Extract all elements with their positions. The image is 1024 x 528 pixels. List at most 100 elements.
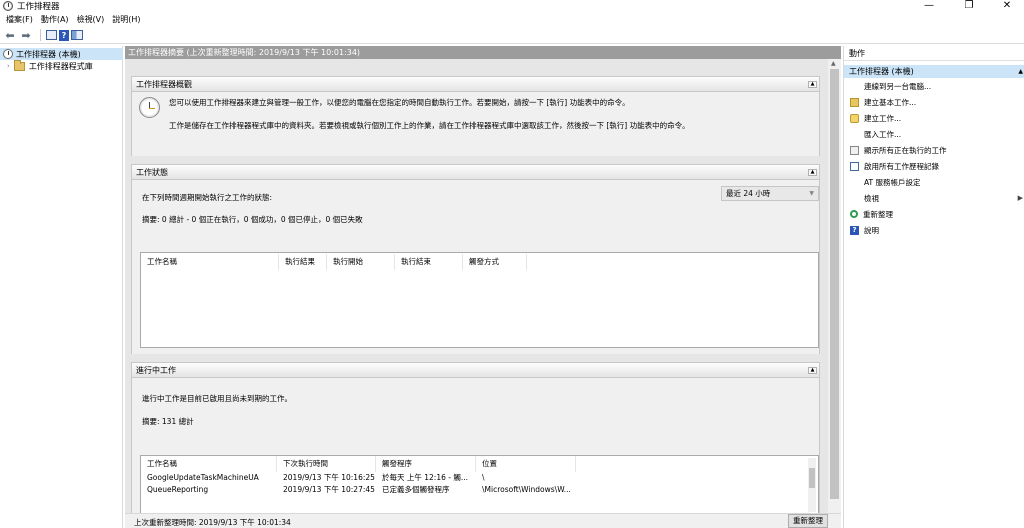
column-header-triggers[interactable]: 觸發程序	[376, 455, 476, 472]
action-label: AT 服務帳戶設定	[864, 177, 921, 187]
task-name-cell: GoogleUpdateTaskMachineUA	[147, 472, 259, 482]
next-run-time-cell: 2019/9/13 下午 10:27:45	[283, 484, 375, 494]
summary-header: 工作排程器摘要 (上次重新整理時間: 2019/9/13 下午 10:01:34…	[125, 46, 841, 59]
action-label: 啟用所有工作歷程記錄	[864, 161, 939, 171]
last-refresh-label: 上次重新整理時間: 2019/9/13 下午 10:01:34	[134, 518, 291, 527]
active-tasks-table: 工作名稱 下次執行時間 觸發程序 位置 GoogleUpdateTaskMach…	[140, 455, 819, 513]
tree-item-task-library[interactable]: › 工作排程器程式庫	[0, 59, 122, 72]
menu-view[interactable]: 檢視(V)	[77, 14, 105, 25]
task-name-cell: QueueReporting	[147, 484, 209, 494]
forward-arrow-icon[interactable]: ➡	[19, 28, 33, 42]
action-connect-computer[interactable]: 連線到另一台電腦...	[844, 78, 1024, 94]
column-header-task-name[interactable]: 工作名稱	[141, 455, 277, 472]
help-icon[interactable]: ?	[59, 29, 69, 41]
task-status-section-title: 工作狀態	[136, 168, 168, 177]
summary-pane: 工作排程器摘要 (上次重新整理時間: 2019/9/13 下午 10:01:34…	[125, 46, 841, 528]
collapse-icon[interactable]: ▲	[808, 169, 817, 176]
toolbar-separator	[40, 29, 41, 41]
task-status-body: 在下列時間週期開始執行之工作的狀態: 最近 24 小時 ▼ 摘要: 0 總計 -…	[132, 180, 819, 354]
action-label: 重新整理	[863, 209, 893, 219]
trigger-cell: 已定義多個觸發程序	[382, 484, 450, 494]
action-label: 連線到另一台電腦...	[864, 81, 932, 91]
menu-file[interactable]: 檔案(F)	[6, 14, 33, 25]
column-header-location[interactable]: 位置	[476, 455, 576, 472]
action-refresh[interactable]: 重新整理	[844, 206, 1024, 222]
actions-group-header[interactable]: 工作排程器 (本機) ▲	[844, 65, 1024, 78]
collapse-icon[interactable]: ▲	[1018, 65, 1023, 78]
column-header-task-name[interactable]: 工作名稱	[141, 254, 279, 270]
table-scrollbar[interactable]	[808, 458, 816, 512]
active-tasks-summary: 摘要: 131 總計	[142, 417, 194, 426]
console-tree-icon[interactable]	[46, 30, 57, 40]
table-header: 工作名稱 執行結果 執行開始 執行結束 觸發方式	[141, 253, 818, 271]
minimize-button[interactable]: —	[914, 0, 944, 12]
running-tasks-icon	[850, 145, 859, 155]
actions-pane: 動作 工作排程器 (本機) ▲ 連線到另一台電腦... 建立基本工作... 建立…	[843, 46, 1024, 528]
summary-scrollbar[interactable]: ▲	[828, 59, 841, 513]
active-tasks-section-header[interactable]: 進行中工作 ▲	[132, 363, 819, 378]
column-header-run-start[interactable]: 執行開始	[327, 254, 395, 270]
menu-help[interactable]: 說明(H)	[112, 14, 140, 25]
period-select[interactable]: 最近 24 小時 ▼	[721, 186, 819, 201]
action-label: 顯示所有正在執行的工作	[864, 145, 947, 155]
action-label: 建立基本工作...	[864, 97, 917, 107]
column-header-next-run-time[interactable]: 下次執行時間	[277, 455, 376, 472]
maximize-button[interactable]: ❐	[954, 0, 984, 12]
refresh-button[interactable]: 重新整理	[788, 514, 828, 528]
table-header: 工作名稱 下次執行時間 觸發程序 位置	[141, 455, 818, 472]
overview-section-header[interactable]: 工作排程器概觀 ▲	[132, 77, 819, 92]
action-enable-history[interactable]: 啟用所有工作歷程記錄	[844, 158, 1024, 174]
toolbar: ⬅ ➡ ?	[0, 27, 1024, 44]
scroll-up-icon[interactable]: ▲	[831, 60, 836, 67]
history-log-icon	[850, 161, 859, 171]
table-row[interactable]: GoogleUpdateTaskMachineUA 2019/9/13 下午 1…	[141, 471, 818, 483]
clock-icon	[3, 1, 13, 11]
action-import-task[interactable]: 匯入工作...	[844, 126, 1024, 142]
column-header-run-end[interactable]: 執行結束	[395, 254, 463, 270]
action-display-running-tasks[interactable]: 顯示所有正在執行的工作	[844, 142, 1024, 158]
column-header-triggered-by[interactable]: 觸發方式	[463, 254, 527, 270]
scrollbar-thumb[interactable]	[830, 69, 839, 499]
active-tasks-description: 進行中工作是目前已啟用且尚未到期的工作。	[142, 394, 292, 403]
active-tasks-section: 進行中工作 ▲ 進行中工作是目前已啟用且尚未到期的工作。 摘要: 131 總計 …	[131, 362, 820, 513]
submenu-arrow-icon: ▶	[1017, 194, 1023, 202]
window-title: 工作排程器	[17, 2, 60, 12]
collapse-icon[interactable]: ▲	[808, 81, 817, 88]
tree-item-task-scheduler-local[interactable]: 工作排程器 (本機)	[0, 48, 123, 60]
help-icon: ?	[850, 225, 859, 235]
create-task-icon	[850, 113, 859, 123]
collapse-icon[interactable]: ▲	[808, 367, 817, 374]
expand-arrow-icon[interactable]: ›	[7, 62, 10, 70]
folder-icon	[13, 59, 25, 71]
action-label: 說明	[864, 225, 879, 235]
back-arrow-icon[interactable]: ⬅	[3, 28, 17, 42]
blank-icon	[850, 194, 859, 203]
table-scrollbar-thumb[interactable]	[809, 468, 815, 488]
clock-icon	[139, 97, 160, 118]
overview-text-2: 工作是儲存在工作排程器程式庫中的資料夾。若要檢視或執行個別工作上的作業，請在工作…	[169, 121, 690, 130]
action-create-task[interactable]: 建立工作...	[844, 110, 1024, 126]
action-create-basic-task[interactable]: 建立基本工作...	[844, 94, 1024, 110]
action-help[interactable]: ? 說明	[844, 222, 1024, 238]
basic-task-icon	[850, 97, 859, 107]
navigation-tree: 工作排程器 (本機) › 工作排程器程式庫	[0, 46, 123, 528]
menu-action[interactable]: 動作(A)	[41, 14, 69, 25]
action-view[interactable]: 檢視 ▶	[844, 190, 1024, 206]
action-at-service-account[interactable]: AT 服務帳戶設定	[844, 174, 1024, 190]
action-pane-icon[interactable]	[71, 30, 83, 40]
close-button[interactable]: ✕	[992, 0, 1022, 12]
overview-text-1: 您可以使用工作排程器來建立與管理一般工作，以便您的電腦在您指定的時間自動執行工作…	[169, 98, 630, 107]
blank-icon	[850, 130, 859, 139]
table-row[interactable]: QueueReporting 2019/9/13 下午 10:27:45 已定義…	[141, 483, 818, 495]
clock-icon	[3, 49, 13, 59]
summary-scroll-area: 工作排程器概觀 ▲ 您可以使用工作排程器來建立與管理一般工作，以便您的電腦在您指…	[125, 59, 841, 513]
overview-section-title: 工作排程器概觀	[136, 80, 192, 89]
action-label: 檢視	[864, 193, 879, 203]
action-label: 匯入工作...	[864, 129, 902, 139]
column-header-run-result[interactable]: 執行結果	[279, 254, 327, 270]
action-label: 建立工作...	[864, 113, 902, 123]
status-bar: 上次重新整理時間: 2019/9/13 下午 10:01:34 重新整理	[125, 513, 841, 528]
task-status-table: 工作名稱 執行結果 執行開始 執行結束 觸發方式	[140, 252, 819, 348]
location-cell: \	[482, 472, 485, 482]
task-status-section-header[interactable]: 工作狀態 ▲	[132, 165, 819, 180]
